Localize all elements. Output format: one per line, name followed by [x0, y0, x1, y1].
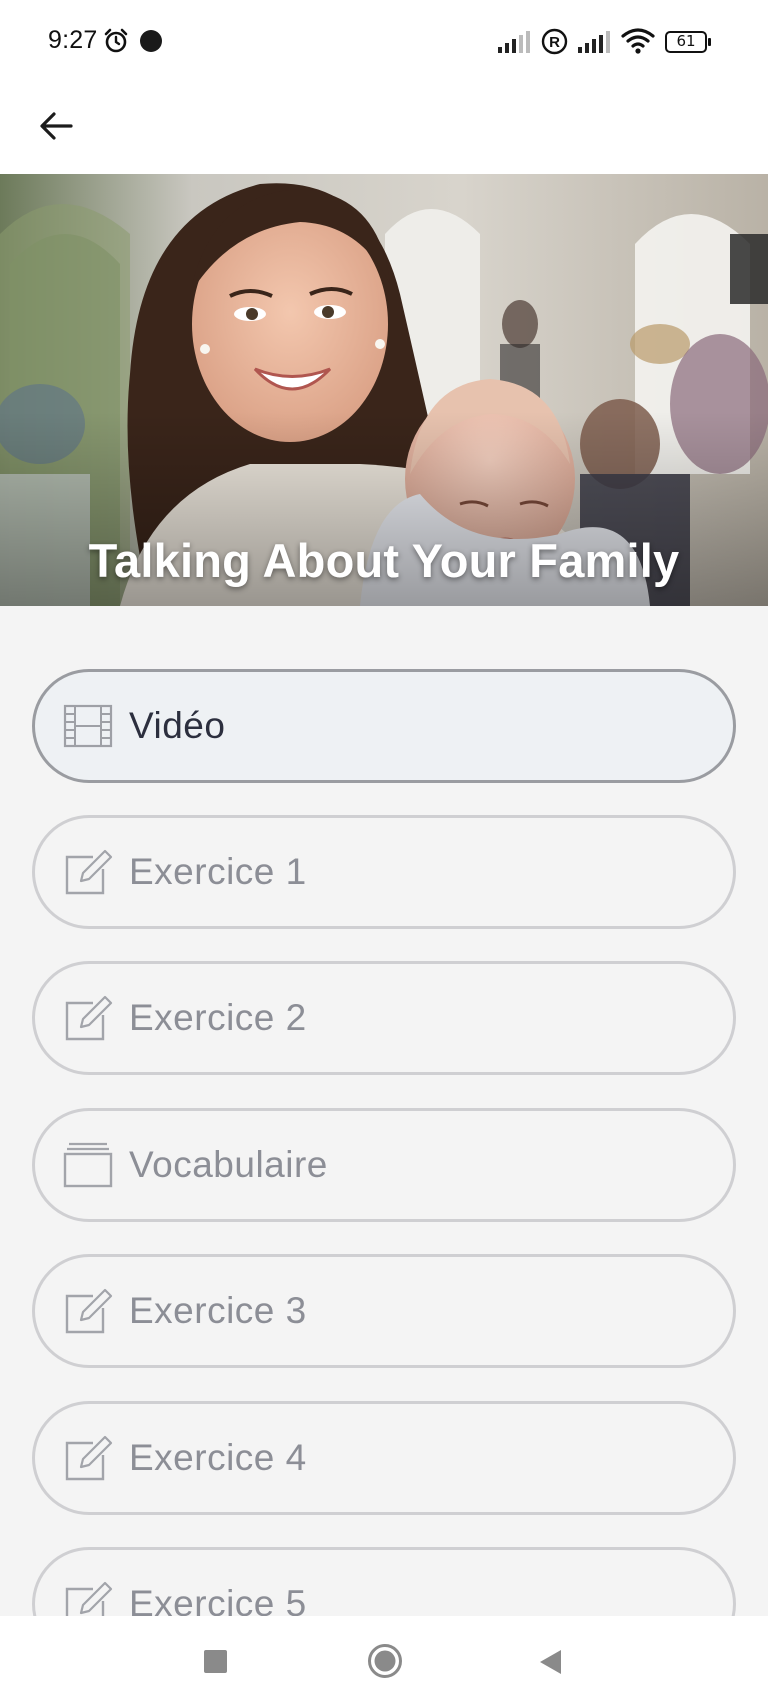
- recents-square-icon[interactable]: [204, 1650, 227, 1673]
- menu-item-vocabulary[interactable]: Vocabulaire: [32, 1108, 736, 1222]
- menu-item-exercise-3[interactable]: Exercice 3: [32, 1254, 736, 1368]
- home-circle-icon[interactable]: [367, 1643, 403, 1679]
- hero-banner: Talking About Your Family: [0, 174, 768, 606]
- menu-item-label: Exercice 5: [129, 1583, 307, 1616]
- signal-icon: [498, 31, 530, 53]
- edit-icon: [65, 1435, 113, 1481]
- back-button[interactable]: [30, 100, 82, 152]
- menu-item-exercise-5[interactable]: Exercice 5: [32, 1547, 736, 1616]
- lesson-menu: Vidéo Exercice 1 Exercice 2 Vocabulaire …: [0, 606, 768, 1616]
- menu-item-label: Vidéo: [129, 705, 226, 746]
- system-nav-bar: [0, 1616, 768, 1707]
- status-time: 9:27: [48, 26, 98, 54]
- battery-icon: 61: [665, 31, 711, 53]
- hero-title: Talking About Your Family: [88, 534, 680, 587]
- menu-item-label: Exercice 3: [129, 1290, 307, 1331]
- battery-tip: [708, 38, 711, 46]
- edit-icon: [65, 995, 113, 1041]
- signal-icon: [578, 31, 610, 53]
- menu-item-label: Exercice 4: [129, 1437, 307, 1478]
- menu-item-exercise-4[interactable]: Exercice 4: [32, 1401, 736, 1515]
- wifi-icon: [621, 28, 655, 54]
- app-header: [0, 86, 768, 174]
- menu-item-label: Vocabulaire: [129, 1144, 328, 1185]
- menu-item-label: Exercice 1: [129, 851, 307, 892]
- status-bar: 9:27 R 61: [0, 0, 768, 86]
- arrow-left-icon: [40, 112, 73, 140]
- svg-text:R: R: [549, 34, 560, 51]
- menu-item-label: Exercice 2: [129, 997, 307, 1038]
- notification-dot-icon: [140, 30, 162, 52]
- menu-item-video[interactable]: Vidéo: [32, 669, 736, 783]
- film-icon: [63, 704, 113, 748]
- menu-item-exercise-2[interactable]: Exercice 2: [32, 961, 736, 1075]
- edit-icon: [65, 1288, 113, 1334]
- battery-level: 61: [665, 31, 707, 53]
- cards-icon: [63, 1142, 113, 1188]
- edit-icon: [65, 1581, 113, 1616]
- back-triangle-icon[interactable]: [537, 1648, 563, 1676]
- menu-item-exercise-1[interactable]: Exercice 1: [32, 815, 736, 929]
- alarm-icon: [104, 28, 128, 53]
- edit-icon: [65, 849, 113, 895]
- registered-icon: R: [541, 28, 568, 55]
